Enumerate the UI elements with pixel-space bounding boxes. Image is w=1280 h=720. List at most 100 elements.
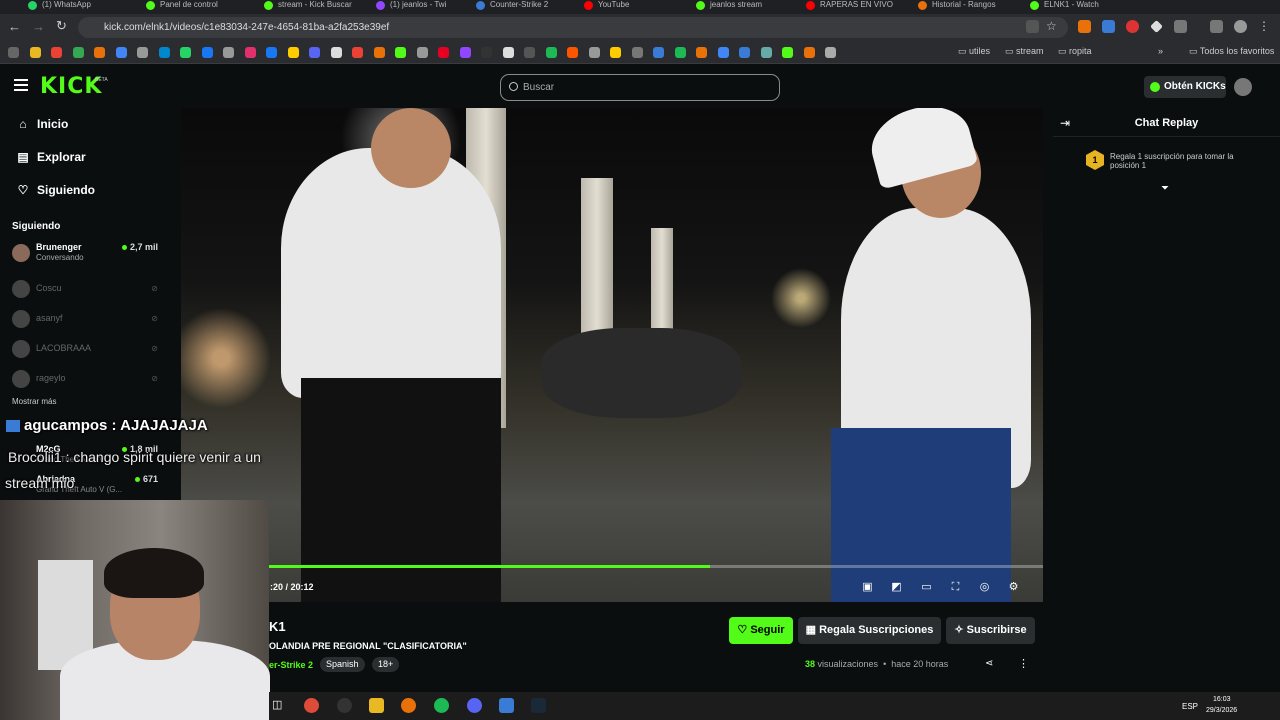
- bookmark-icon[interactable]: [72, 47, 84, 58]
- bookmark-icon[interactable]: [373, 47, 385, 58]
- back-icon[interactable]: ←: [8, 19, 21, 34]
- fullscreen-icon[interactable]: ⛶: [949, 581, 962, 594]
- settings-gear-icon[interactable]: ⚙: [1007, 581, 1020, 594]
- clip-icon[interactable]: ◩: [890, 581, 903, 594]
- bookmark-icon[interactable]: [266, 47, 277, 58]
- followed-channel[interactable]: LACOBRAAA ⊘: [12, 338, 162, 364]
- bookmark-icon[interactable]: [588, 47, 600, 58]
- star-icon[interactable]: ☆: [1046, 20, 1059, 33]
- media-icon[interactable]: [1210, 20, 1223, 33]
- task-view-icon[interactable]: ◫: [272, 698, 287, 713]
- bookmark-icon[interactable]: [244, 47, 256, 58]
- eye-off-icon[interactable]: [1026, 20, 1039, 33]
- bookmark-icon[interactable]: [94, 47, 105, 58]
- expand-down-icon[interactable]: ⏷: [1161, 183, 1169, 194]
- age-tag[interactable]: 18+: [372, 657, 400, 672]
- bookmark-icon[interactable]: [287, 47, 299, 58]
- file-explorer-icon[interactable]: [369, 698, 384, 713]
- bookmark-icon[interactable]: [158, 47, 170, 58]
- obs-icon[interactable]: [337, 698, 352, 713]
- bookmark-icon[interactable]: [416, 47, 428, 58]
- bookmark-icon[interactable]: [653, 47, 664, 58]
- bookmark-icon[interactable]: [8, 47, 19, 58]
- show-more-link[interactable]: Mostrar más: [12, 397, 56, 406]
- bookmark-icon[interactable]: [825, 47, 836, 58]
- hamburger-menu-icon[interactable]: [14, 79, 28, 91]
- keyboard-language[interactable]: ESP: [1182, 702, 1198, 711]
- follow-button[interactable]: ♡ Seguir: [729, 617, 793, 644]
- bookmark-icon[interactable]: [29, 47, 41, 58]
- share-icon[interactable]: ⋖: [985, 658, 993, 669]
- subscribe-button[interactable]: ✧ Suscribirse: [946, 617, 1035, 644]
- bookmark-icon[interactable]: [803, 47, 815, 58]
- forward-icon[interactable]: →: [32, 19, 45, 34]
- bookmark-icon[interactable]: [674, 47, 686, 58]
- followed-channel[interactable]: asanyf ⊘: [12, 308, 162, 334]
- user-avatar[interactable]: [1234, 78, 1252, 96]
- bookmark-icon[interactable]: [137, 47, 148, 58]
- bookmark-icon[interactable]: [524, 47, 535, 58]
- category-link[interactable]: er-Strike 2: [269, 660, 313, 670]
- app-icon[interactable]: [499, 698, 514, 713]
- bookmark-icon[interactable]: [502, 47, 514, 58]
- browser-tab[interactable]: Panel de control: [140, 0, 252, 12]
- gift-leaderboard-text[interactable]: Regala 1 suscripción para tomar la posic…: [1110, 152, 1250, 170]
- brave-icon[interactable]: [401, 698, 416, 713]
- followed-channel[interactable]: Coscu ⊘: [12, 278, 162, 304]
- theater-mode-icon[interactable]: ▭: [920, 581, 933, 594]
- spotify-icon[interactable]: [434, 698, 449, 713]
- bookmark-folder-utiles[interactable]: ▭ utiles: [958, 46, 990, 57]
- bookmark-icon[interactable]: [180, 47, 191, 58]
- language-tag[interactable]: Spanish: [320, 657, 365, 672]
- bookmark-icon[interactable]: [545, 47, 557, 58]
- extension-icon[interactable]: [1078, 20, 1091, 33]
- browser-tab[interactable]: Historial - Rangos: [912, 0, 1024, 12]
- more-options-icon[interactable]: ⋮: [1018, 657, 1029, 670]
- browser-tab[interactable]: (1) jeanlos - Twi: [370, 0, 482, 12]
- chevron-right-icon[interactable]: »: [1158, 46, 1163, 56]
- clock-time[interactable]: 16:03: [1213, 696, 1231, 703]
- browser-tab[interactable]: YouTube: [578, 0, 690, 12]
- sidebar-item-inicio[interactable]: ⌂ Inicio: [16, 117, 68, 131]
- menu-dots-icon[interactable]: ⋮: [1258, 20, 1271, 33]
- browser-tab[interactable]: stream - Kick Buscar: [258, 0, 370, 12]
- bookmark-icon[interactable]: [782, 47, 793, 58]
- steam-icon[interactable]: [531, 698, 546, 713]
- puzzle-icon[interactable]: [1174, 20, 1187, 33]
- bookmark-icon[interactable]: [115, 47, 127, 58]
- bookmark-icon[interactable]: [631, 47, 643, 58]
- browser-tab[interactable]: (1) WhatsApp: [22, 0, 134, 12]
- video-player[interactable]: [181, 108, 1043, 602]
- bookmark-icon[interactable]: [760, 47, 772, 58]
- all-bookmarks[interactable]: ▭ Todos los favoritos: [1189, 46, 1274, 57]
- speed-icon[interactable]: ◎: [978, 581, 991, 594]
- bookmark-icon[interactable]: [610, 47, 621, 58]
- record-icon[interactable]: [1126, 20, 1139, 33]
- bookmark-icon[interactable]: [481, 47, 492, 58]
- bookmark-icon[interactable]: [717, 47, 729, 58]
- browser-tab[interactable]: jeanlos stream: [690, 0, 802, 12]
- discord-icon[interactable]: [467, 698, 482, 713]
- miniplayer-icon[interactable]: ▣: [861, 581, 874, 594]
- bookmark-icon[interactable]: [395, 47, 406, 58]
- sidebar-item-siguiendo[interactable]: ♡ Siguiendo: [16, 183, 95, 197]
- browser-tab[interactable]: RAPERAS EN VIVO: [800, 0, 912, 12]
- sidebar-item-explorar[interactable]: ▤ Explorar: [16, 150, 85, 164]
- bookmark-icon[interactable]: [567, 47, 578, 58]
- bookmark-icon[interactable]: [739, 47, 750, 58]
- bookmark-icon[interactable]: [309, 47, 320, 58]
- reload-icon[interactable]: ↻: [56, 18, 67, 34]
- followed-channel[interactable]: rageylo ⊘: [12, 368, 162, 394]
- gift-subs-button[interactable]: ▦ Regala Suscripciones: [798, 617, 941, 644]
- bookmark-icon[interactable]: [201, 47, 213, 58]
- bookmark-icon[interactable]: [223, 47, 234, 58]
- profile-icon[interactable]: [1234, 20, 1247, 33]
- kick-logo[interactable]: KICK: [40, 74, 102, 99]
- bookmark-icon[interactable]: [696, 47, 707, 58]
- browser-tab[interactable]: Counter-Strike 2: [470, 0, 582, 12]
- bookmark-icon[interactable]: [330, 47, 342, 58]
- bookmark-icon[interactable]: [438, 47, 449, 58]
- bookmark-icon[interactable]: [459, 47, 471, 58]
- bookmark-folder-ropita[interactable]: ▭ ropita: [1058, 46, 1092, 57]
- followed-channel[interactable]: Brunenger Conversando 2,7 mil: [12, 242, 162, 268]
